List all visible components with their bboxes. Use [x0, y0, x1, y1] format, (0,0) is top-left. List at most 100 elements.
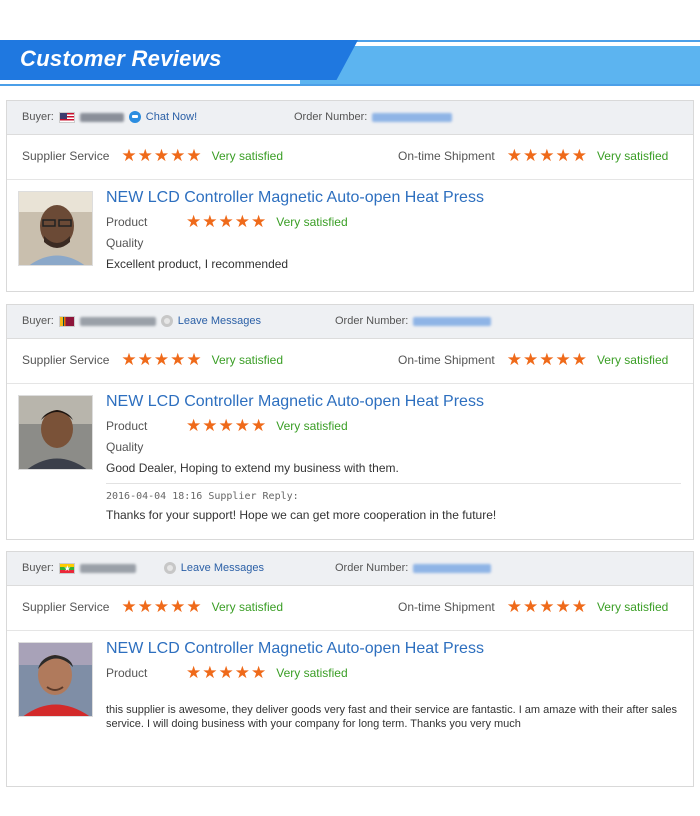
service-ratings: Supplier Service ★ ★ ★ ★ ★ Very satisfied On…: [7, 135, 693, 180]
satisfaction-text: Very satisfied: [211, 149, 283, 163]
buyer-info: Buyer: ★ Leave Messages: [22, 562, 264, 574]
star-rating: ★ ★ ★ ★ ★: [507, 350, 587, 369]
review-content: NEW LCD Controller Magnetic Auto-open He…: [106, 393, 681, 522]
star-icon: ★: [137, 350, 153, 369]
star-icon: ★: [571, 597, 587, 616]
star-icon: ★: [506, 146, 522, 165]
star-icon: ★: [218, 416, 234, 435]
star-rating: ★ ★ ★ ★ ★: [507, 597, 587, 616]
star-icon: ★: [121, 597, 137, 616]
star-icon: ★: [218, 663, 234, 682]
star-icon: ★: [555, 146, 571, 165]
star-icon: ★: [186, 597, 202, 616]
star-icon: ★: [234, 663, 250, 682]
product-label: Product: [106, 419, 148, 433]
star-icon: ★: [186, 416, 202, 435]
satisfaction-text: Very satisfied: [596, 353, 669, 367]
message-icon[interactable]: [163, 562, 176, 574]
avatar: [18, 191, 93, 266]
review-comment: this supplier is awesome, they deliver g…: [106, 704, 678, 730]
product-label: Product: [106, 666, 148, 680]
product-rating: Product ★ ★ ★ ★ ★ Very satisfied: [106, 212, 681, 232]
review-header: Buyer: ★ Leave Messages Order Number:: [7, 552, 693, 586]
supplier-service-rating: Supplier Service ★ ★ ★ ★ ★ Very satisfied: [22, 350, 283, 369]
buyer-name-blurred: [79, 316, 156, 326]
satisfaction-text: Very satisfied: [211, 600, 283, 614]
star-icon: ★: [202, 416, 218, 435]
chat-now-link[interactable]: Chat Now!: [146, 111, 197, 123]
star-icon: ★: [555, 597, 571, 616]
star-icon: ★: [522, 350, 539, 369]
star-icon: ★: [186, 350, 202, 369]
product-title-link[interactable]: NEW LCD Controller Magnetic Auto-open He…: [106, 640, 681, 658]
ontime-shipment-rating: On-time Shipment ★ ★ ★ ★ ★ Very satisfied: [398, 597, 668, 616]
order-number-label: Order Number:: [335, 315, 409, 327]
supplier-service-label: Supplier Service: [22, 600, 110, 614]
star-icon: ★: [234, 212, 250, 231]
buyer-name-blurred: [79, 112, 124, 122]
order-info: Order Number:: [294, 111, 453, 123]
reply-text: Thanks for your support! Hope we can get…: [106, 508, 497, 522]
star-rating: ★ ★ ★ ★ ★: [121, 146, 202, 165]
star-icon: ★: [137, 146, 153, 165]
star-icon: ★: [234, 416, 250, 435]
star-rating: ★ ★ ★ ★ ★: [186, 212, 267, 231]
supplier-reply: 2016-04-04 18:16 Supplier Reply: Thanks …: [106, 483, 681, 522]
star-icon: ★: [522, 597, 539, 616]
review-header: Buyer: Leave Messages Order Number:: [7, 305, 693, 339]
buyer-label: Buyer:: [22, 111, 54, 123]
reply-meta: 2016-04-04 18:16 Supplier Reply:: [106, 491, 299, 502]
star-icon: ★: [153, 146, 170, 165]
star-rating: ★ ★ ★ ★ ★: [186, 663, 267, 682]
leave-messages-link[interactable]: Leave Messages: [178, 315, 261, 327]
star-icon: ★: [202, 212, 218, 231]
chat-icon[interactable]: [128, 111, 141, 123]
service-ratings: Supplier Service ★ ★ ★ ★ ★ Very satisfied On…: [7, 339, 693, 384]
star-icon: ★: [137, 597, 153, 616]
star-rating: ★ ★ ★ ★ ★: [121, 597, 202, 616]
product-rating: Product ★ ★ ★ ★ ★ Very satisfied: [106, 663, 681, 683]
product-label: Product: [106, 215, 148, 229]
banner-bottom-rule: [0, 84, 700, 86]
star-icon: ★: [121, 146, 137, 165]
satisfaction-text: Very satisfied: [276, 215, 348, 229]
ontime-shipment-label: On-time Shipment: [398, 149, 495, 163]
star-icon: ★: [539, 146, 555, 165]
star-icon: ★: [186, 212, 202, 231]
product-title-link[interactable]: NEW LCD Controller Magnetic Auto-open He…: [106, 189, 681, 207]
quality-label: Quality: [106, 236, 144, 250]
ontime-shipment-label: On-time Shipment: [398, 600, 495, 614]
review-content: NEW LCD Controller Magnetic Auto-open He…: [106, 640, 681, 731]
service-ratings: Supplier Service ★ ★ ★ ★ ★ Very satisfied On…: [7, 586, 693, 631]
star-icon: ★: [202, 663, 218, 682]
supplier-service-label: Supplier Service: [22, 149, 110, 163]
star-icon: ★: [251, 212, 267, 231]
satisfaction-text: Very satisfied: [596, 149, 669, 163]
avatar: [18, 395, 93, 470]
star-rating: ★ ★ ★ ★ ★: [186, 416, 266, 435]
star-icon: ★: [170, 146, 186, 165]
star-icon: ★: [251, 663, 267, 682]
star-icon: ★: [186, 146, 202, 165]
star-icon: ★: [571, 146, 587, 165]
star-icon: ★: [539, 350, 555, 369]
page-title: Customer Reviews: [20, 46, 222, 71]
order-number-blurred: [413, 563, 492, 573]
buyer-info: Buyer: Chat Now!: [22, 111, 197, 123]
order-number-blurred: [372, 112, 453, 122]
flag-usa-icon: [58, 111, 75, 123]
star-icon: ★: [218, 212, 234, 231]
order-number-blurred: [413, 316, 492, 326]
leave-messages-link[interactable]: Leave Messages: [181, 562, 264, 574]
satisfaction-text: Very satisfied: [276, 666, 348, 680]
buyer-info: Buyer: Leave Messages: [22, 315, 261, 327]
satisfaction-text: Very satisfied: [276, 419, 348, 433]
review-comment: Good Dealer, Hoping to extend my busines…: [106, 461, 399, 475]
product-title-link[interactable]: NEW LCD Controller Magnetic Auto-open He…: [106, 393, 681, 411]
message-icon[interactable]: [160, 315, 173, 327]
star-icon: ★: [571, 350, 587, 369]
ontime-shipment-label: On-time Shipment: [398, 353, 495, 367]
order-info: Order Number:: [335, 562, 492, 574]
review-header: Buyer: Chat Now! Order Number:: [7, 101, 693, 135]
order-number-label: Order Number:: [335, 562, 409, 574]
